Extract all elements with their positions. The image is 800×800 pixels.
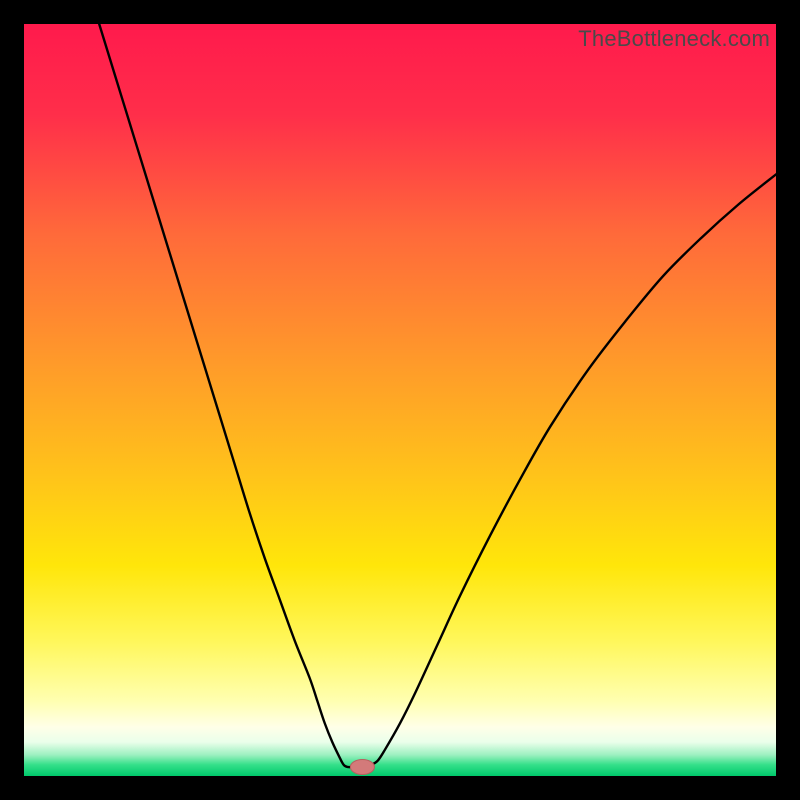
- watermark-text: TheBottleneck.com: [578, 26, 770, 52]
- chart-frame: TheBottleneck.com: [24, 24, 776, 776]
- gradient-background: [24, 24, 776, 776]
- optimal-point-marker: [350, 759, 374, 774]
- bottleneck-chart: [24, 24, 776, 776]
